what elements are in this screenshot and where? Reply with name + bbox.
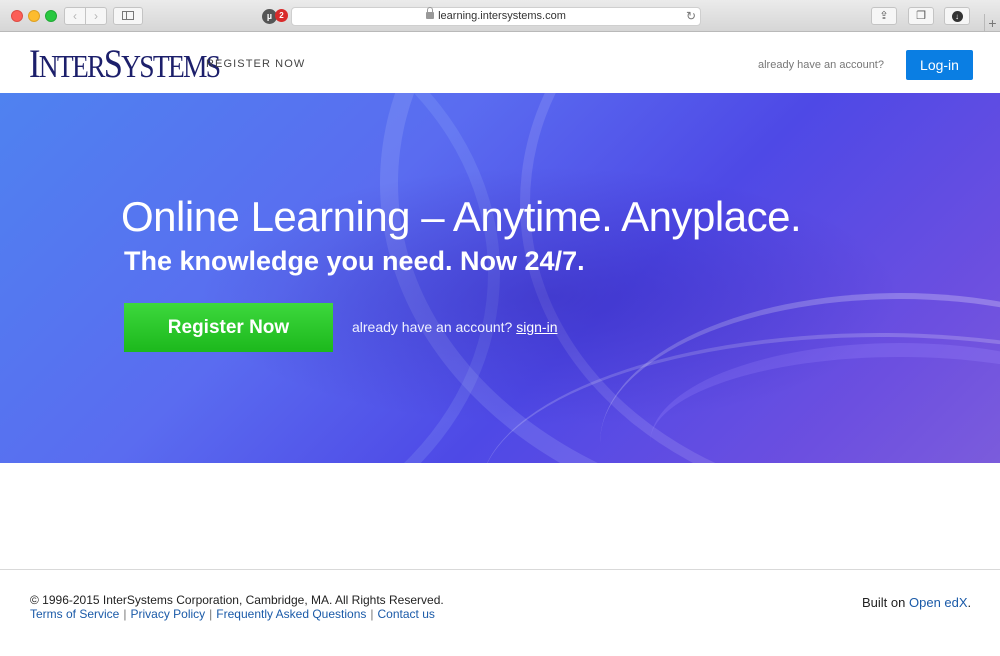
terms-of-service-link[interactable]: Terms of Service xyxy=(30,607,119,621)
contact-us-link[interactable]: Contact us xyxy=(378,607,435,621)
reload-icon[interactable]: ↻ xyxy=(686,8,696,25)
hero-account-prompt: already have an account? sign-in xyxy=(352,319,558,335)
hero-register-button[interactable]: Register Now xyxy=(124,303,333,352)
url-text: learning.intersystems.com xyxy=(438,10,566,22)
sign-in-link[interactable]: sign-in xyxy=(516,319,557,335)
back-button[interactable]: ‹ xyxy=(64,7,86,25)
downloads-button[interactable]: ↓ xyxy=(944,7,970,25)
hero-banner: Online Learning – Anytime. Anyplace. The… xyxy=(0,93,1000,463)
minimize-window-button[interactable] xyxy=(28,10,40,22)
close-window-button[interactable] xyxy=(11,10,23,22)
download-icon: ↓ xyxy=(951,11,963,22)
footer-links: Terms of Service | Privacy Policy | Frequent… xyxy=(30,607,435,621)
share-button[interactable]: ⇪ xyxy=(871,7,897,25)
share-icon: ⇪ xyxy=(879,10,889,22)
privacy-policy-link[interactable]: Privacy Policy xyxy=(130,607,205,621)
forward-button[interactable]: › xyxy=(85,7,107,25)
sidebar-toggle-button[interactable] xyxy=(113,7,143,25)
chevron-right-icon: › xyxy=(94,9,98,23)
browser-toolbar: ‹ › µ 2 learning.intersystems.com ↻ ⇪ ❐ … xyxy=(0,0,1000,32)
hero-title: Online Learning – Anytime. Anyplace. xyxy=(121,193,802,240)
sidebar-icon xyxy=(122,11,134,20)
login-button[interactable]: Log-in xyxy=(906,50,973,80)
register-now-nav-link[interactable]: REGISTER NOW xyxy=(206,58,305,70)
intersystems-logo[interactable]: INTERSYSTEMS xyxy=(29,42,221,88)
copyright-text: © 1996-2015 InterSystems Corporation, Ca… xyxy=(30,593,444,607)
built-on-text: Built on Open edX. xyxy=(862,595,972,610)
header-account-prompt: already have an account? xyxy=(758,59,884,71)
address-bar[interactable]: learning.intersystems.com ↻ xyxy=(291,7,701,26)
lock-icon xyxy=(426,7,435,19)
tabs-icon: ❐ xyxy=(916,10,926,22)
open-edx-link[interactable]: Open edX xyxy=(909,595,968,610)
site-header: INTERSYSTEMS REGISTER NOW already have a… xyxy=(0,33,1000,93)
chevron-left-icon: ‹ xyxy=(73,9,77,23)
plus-icon: + xyxy=(988,15,997,31)
zoom-window-button[interactable] xyxy=(45,10,57,22)
ublock-count-badge: 2 xyxy=(275,9,288,22)
hero-subtitle: The knowledge you need. Now 24/7. xyxy=(124,246,585,276)
site-footer: © 1996-2015 InterSystems Corporation, Ca… xyxy=(0,569,1000,643)
show-tabs-button[interactable]: ❐ xyxy=(908,7,934,25)
new-tab-button[interactable]: + xyxy=(984,14,1000,32)
faq-link[interactable]: Frequently Asked Questions xyxy=(216,607,366,621)
